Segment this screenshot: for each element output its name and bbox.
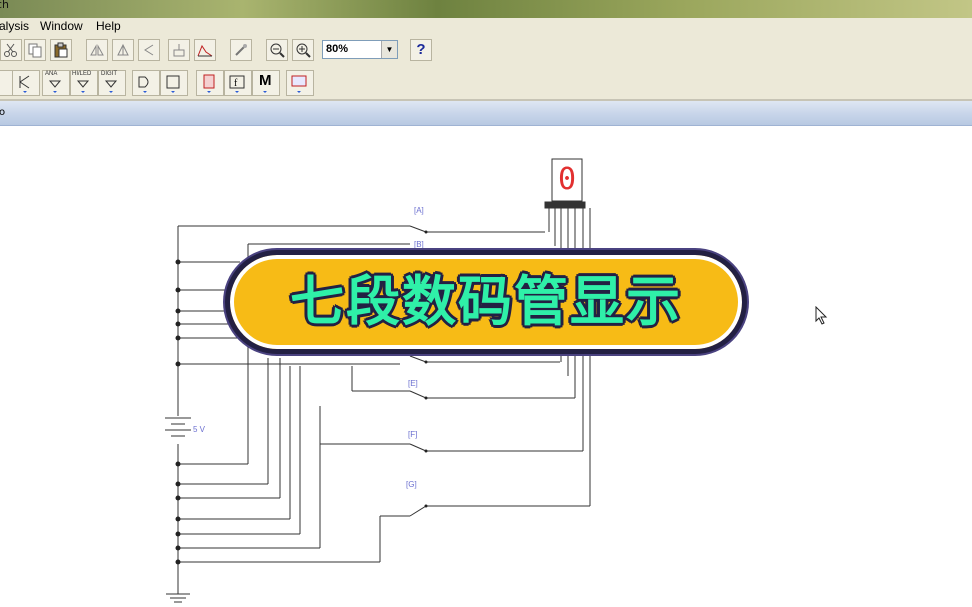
switch-label-g: [G] <box>406 480 417 489</box>
menu-bar: alysis Window Help <box>0 18 972 35</box>
transistor-icon <box>19 75 30 93</box>
copy-icon <box>28 43 42 58</box>
title-banner: 七段数码管显示 <box>225 250 747 354</box>
schematic <box>165 158 591 603</box>
paste-button[interactable] <box>50 39 72 61</box>
switch-label-b: [B] <box>414 240 424 249</box>
mouse-pointer-icon <box>815 306 828 325</box>
rotate-button[interactable] <box>138 39 160 61</box>
flip-horizontal-icon <box>90 44 104 56</box>
cut-button[interactable] <box>0 39 22 61</box>
copy-button[interactable] <box>24 39 46 61</box>
rotate-icon <box>144 44 154 56</box>
zoom-value: 80% <box>326 43 349 55</box>
logic-gate-icon <box>138 76 149 93</box>
mixed-chip-icon <box>76 80 90 93</box>
zoom-select[interactable]: 80% ▼ <box>322 40 398 59</box>
banner-text: 七段数码管显示 <box>290 270 682 333</box>
help-button[interactable]: ? <box>410 39 432 61</box>
circuit-canvas[interactable]: 0 [A] [B] [E] [F] [G] 5 V <box>0 126 972 607</box>
chevron-down-icon[interactable]: ▼ <box>381 41 397 58</box>
menu-window[interactable]: Window <box>40 18 83 35</box>
instrument-icon <box>291 75 307 93</box>
ic-chip-icon <box>166 75 180 93</box>
menu-help[interactable]: Help <box>96 18 121 35</box>
graph-icon <box>197 44 213 57</box>
parts-bin-digital-ics-button[interactable] <box>160 70 188 96</box>
parts-bin-basic-button[interactable] <box>12 70 40 96</box>
clipboard-icon <box>54 42 68 58</box>
parts-bin-miscellaneous-button[interactable]: M <box>252 70 280 96</box>
subcircuit-icon <box>173 44 185 57</box>
main-toolbar: 80% ▼ ? <box>0 35 972 67</box>
circuit-window-header: o <box>0 101 972 126</box>
zoom-in-button[interactable] <box>292 39 314 61</box>
misc-icon <box>263 91 267 93</box>
zoom-out-button[interactable] <box>266 39 288 61</box>
svg-text:f: f <box>234 78 238 89</box>
switch-label-a: [A] <box>414 206 424 215</box>
zoom-in-icon <box>296 43 311 58</box>
wand-icon <box>235 44 247 56</box>
control-block-icon: f <box>229 75 245 93</box>
graph-button[interactable] <box>194 39 216 61</box>
flip-vertical-button[interactable] <box>112 39 134 61</box>
diode-icon <box>48 80 62 93</box>
window-title-bar: ch <box>0 0 972 18</box>
switch-label-e: [E] <box>408 379 418 388</box>
window-title: ch <box>0 0 10 11</box>
battery-label: 5 V <box>193 425 206 434</box>
menu-analysis[interactable]: alysis <box>0 18 29 35</box>
parts-bin-indicators-button[interactable] <box>196 70 224 96</box>
scissors-icon <box>4 43 17 57</box>
switch-label-f: [F] <box>408 430 418 439</box>
parts-bin-analog-button[interactable]: ANA <box>42 70 70 96</box>
parts-bin-instruments-button[interactable] <box>286 70 314 96</box>
parts-bin-logic-gates-button[interactable] <box>132 70 160 96</box>
circuit-window-title: o <box>0 107 6 118</box>
parts-bin-controls-button[interactable]: f <box>224 70 252 96</box>
flip-horizontal-button[interactable] <box>86 39 108 61</box>
digital-chip-icon <box>104 80 118 93</box>
display-digit: 0 <box>557 162 577 197</box>
parts-bin-mixed-button[interactable]: HI/LED <box>70 70 98 96</box>
subcircuit-button[interactable] <box>168 39 190 61</box>
flip-vertical-icon <box>117 43 129 56</box>
component-properties-button[interactable] <box>230 39 252 61</box>
parts-toolbar: ANA HI/LED DIGIT f M <box>0 67 972 99</box>
indicator-icon <box>203 74 215 93</box>
zoom-out-icon <box>270 43 285 58</box>
parts-bin-digital-button[interactable]: DIGIT <box>98 70 126 96</box>
